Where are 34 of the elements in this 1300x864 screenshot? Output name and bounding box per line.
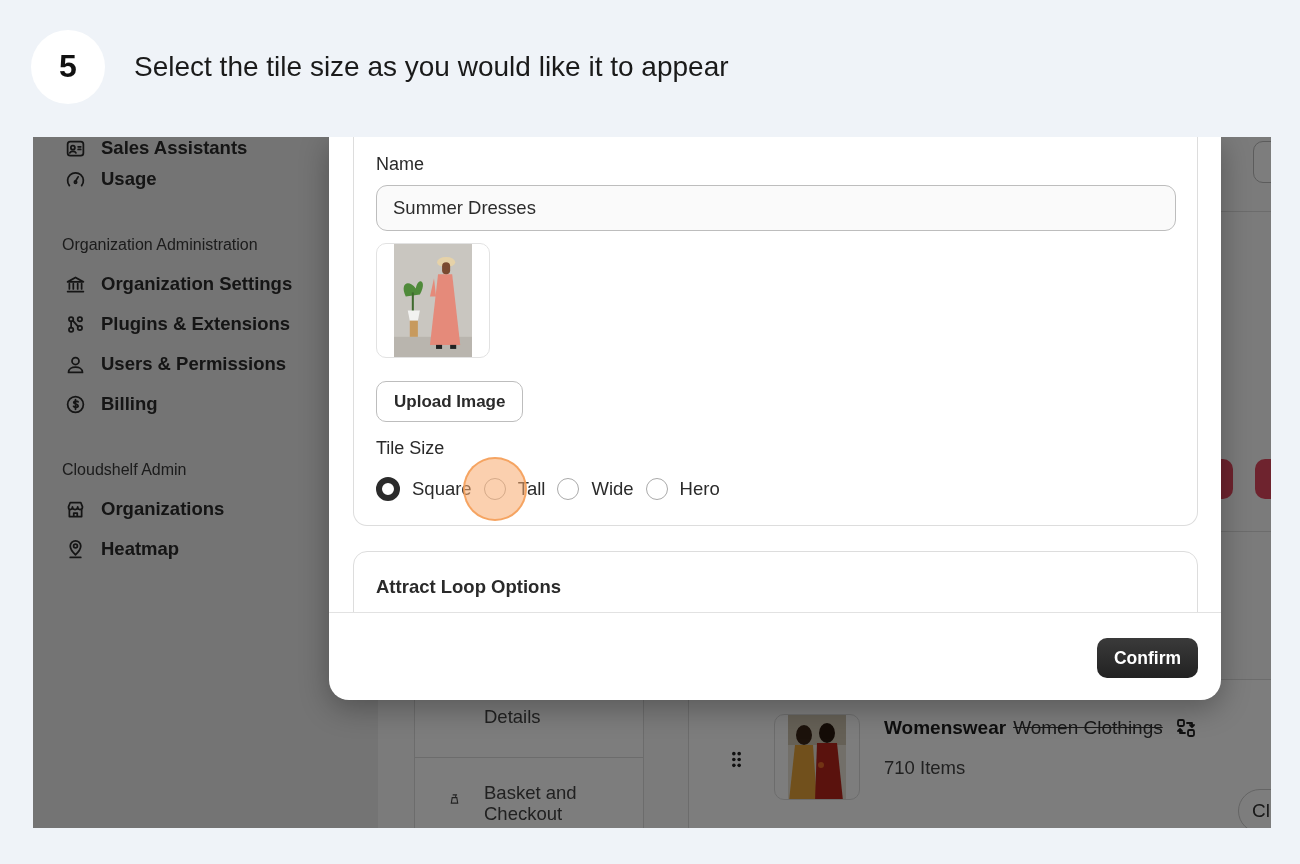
nodes-icon [65, 313, 86, 335]
drag-handle-icon[interactable] [731, 751, 742, 768]
settings-item[interactable]: Basket and Checkout [415, 758, 643, 828]
confirm-button[interactable]: Confirm [1096, 638, 1198, 678]
section-heading: Cloudshelf Admin [62, 460, 188, 480]
radio-button[interactable] [557, 478, 580, 500]
sidebar-item[interactable]: Billing [62, 384, 378, 424]
sidebar-item[interactable]: Organizations [62, 489, 378, 529]
section-title: Attract Loop Options [376, 576, 561, 598]
radio-option[interactable]: Hero [645, 478, 720, 500]
name-field[interactable]: Summer Dresses [376, 185, 1176, 231]
radio-option[interactable]: Wide [557, 478, 634, 500]
collection-name: Womenswear [884, 717, 1007, 739]
dollar-icon [65, 393, 86, 415]
partial-button[interactable]: Cl [1238, 789, 1271, 828]
sidebar-item[interactable]: Sales Assistants [62, 137, 378, 159]
field-label: Name [376, 153, 424, 175]
sidebar-item[interactable]: Plugins & Extensions [62, 304, 378, 344]
swap-icon[interactable] [1175, 718, 1196, 738]
sidebar-item[interactable]: Users & Permissions [62, 344, 378, 384]
radio-button[interactable] [376, 477, 400, 501]
sidebar-item[interactable]: Heatmap [62, 529, 378, 569]
field-label: Tile Size [376, 437, 445, 459]
bag-icon [449, 792, 460, 805]
radio-button[interactable] [483, 478, 506, 500]
upload-image-button[interactable]: Upload Image [376, 381, 524, 422]
sidebar-item[interactable]: Organization Settings [62, 264, 378, 304]
step-instruction: Select the tile size as you would like it to appear [134, 50, 729, 83]
original-name: Women Clothings [1013, 717, 1163, 739]
step-number: 5 [31, 29, 105, 104]
sidebar-item[interactable]: Usage [62, 159, 378, 199]
radio-button[interactable] [645, 478, 668, 500]
section-heading: Organization Administration [62, 235, 259, 255]
item-count: 710 Items [884, 757, 967, 779]
